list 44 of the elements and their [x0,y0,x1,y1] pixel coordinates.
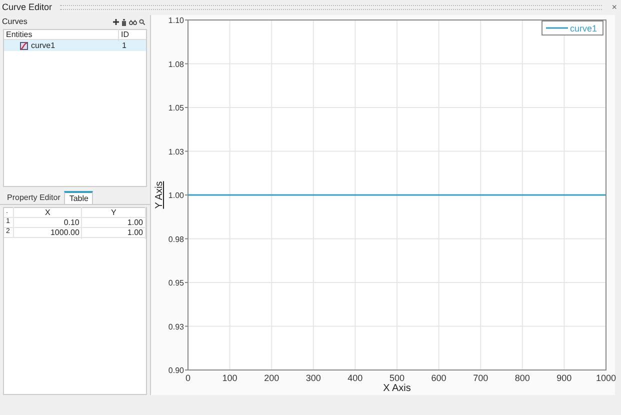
x-tick-label: 200 [264,373,280,383]
y-tick-label: 0.95 [168,278,184,288]
x-tick-label: 400 [348,373,363,383]
x-tick-label: 600 [431,373,446,383]
binoculars-icon[interactable] [129,19,137,25]
y-tick-label: 0.98 [168,234,184,244]
x-tick-label: 300 [306,373,321,383]
y-tick-label: 1.03 [168,147,184,156]
x-tick-label: 100 [222,373,238,383]
y-axis-title: Y Axis [154,181,165,209]
curve-id: 1 [121,40,126,52]
table-cell: 1000.00 [14,226,82,238]
table-cell: 0.10 [14,216,82,228]
x-tick-label: 1000 [596,373,616,383]
curve-icon [20,42,28,50]
panel-title: Curves [2,16,28,28]
y-tick-label: 0.90 [168,366,184,375]
y-tick-label: 1.10 [168,16,184,25]
tab[interactable]: Table [64,191,94,204]
y-tick-label: 1.05 [168,104,184,112]
add-icon[interactable] [113,19,119,25]
close-button[interactable]: × [610,3,619,12]
curve-name: curve1 [31,40,56,52]
x-tick-label: 900 [556,373,572,383]
column-header[interactable]: Y [82,206,146,218]
table-cell: 1.00 [82,226,146,238]
legend: curve1 [542,20,604,36]
x-tick-label: 800 [514,373,530,383]
tree-row[interactable]: curve1 1 [4,40,146,51]
x-axis-title: X Axis [383,383,411,394]
x-tick-label: 0 [186,373,190,383]
trash-icon[interactable] [121,18,127,26]
legend-label: curve1 [570,24,598,34]
table-cell: 1.00 [82,216,146,228]
column-header[interactable]: X [14,206,82,218]
tab[interactable]: Property Editor [3,192,64,204]
x-tick-label: 700 [473,373,488,383]
x-tick-label: 500 [389,373,405,383]
y-tick-label: 1.00 [168,191,184,200]
y-tick-label: 1.08 [168,60,184,69]
column-header[interactable]: ID [119,28,129,40]
search-icon[interactable] [139,19,145,25]
y-tick-label: 0.93 [168,322,184,332]
window-title: Curve Editor [2,0,52,14]
